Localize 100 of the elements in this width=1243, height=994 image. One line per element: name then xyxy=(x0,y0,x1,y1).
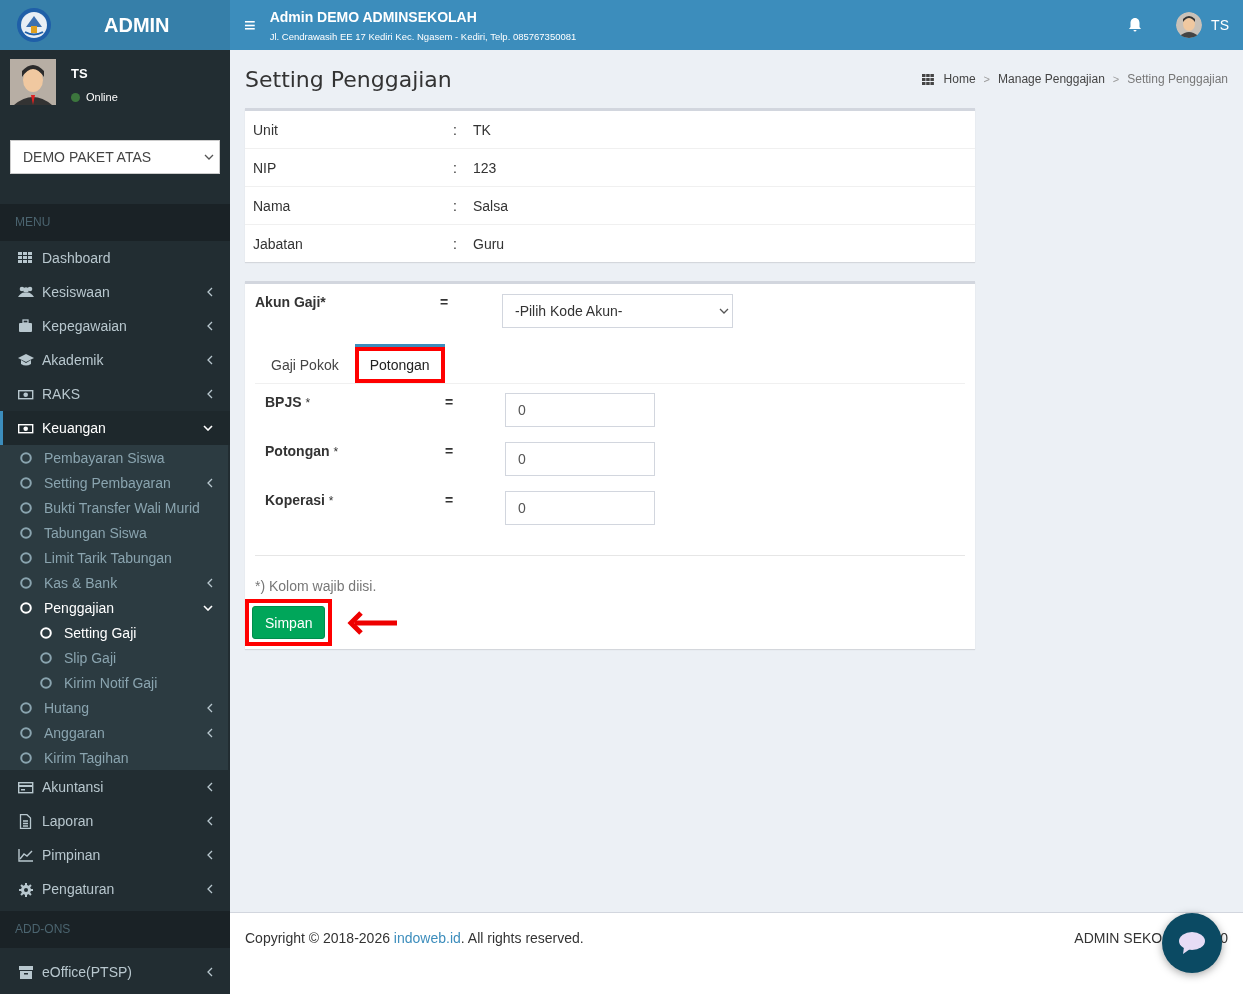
user-menu[interactable]: TS xyxy=(1176,12,1229,38)
annotation-arrow xyxy=(347,609,400,636)
footer-text: 0 xyxy=(1220,930,1228,946)
speech-bubble-icon xyxy=(1178,931,1206,955)
footer-link[interactable]: indoweb.id xyxy=(393,930,461,946)
breadcrumb-link[interactable]: Home xyxy=(943,72,976,86)
info-label: NIP xyxy=(253,159,278,176)
menu-item[interactable]: RAKS xyxy=(0,377,230,411)
submenu-item[interactable]: Kirim Notif Gaji xyxy=(3,670,228,695)
menu-item[interactable]: Kesiswaan xyxy=(0,275,230,309)
menu-header: MENU xyxy=(0,204,230,241)
page-title: Setting Penggajian xyxy=(245,66,452,92)
avatar-icon xyxy=(10,59,56,105)
users-icon xyxy=(18,284,34,300)
circle-icon xyxy=(20,501,32,514)
info-value: 123 xyxy=(473,159,497,176)
chevron-down-icon xyxy=(719,308,729,314)
submenu-item[interactable]: Setting Pembayaran xyxy=(3,470,228,495)
menu-item[interactable]: Dashboard xyxy=(0,241,230,275)
graduation-cap-icon xyxy=(18,352,34,368)
account-select[interactable]: -Pilih Kode Akun- xyxy=(502,294,733,328)
field-label: Akun Gaji* xyxy=(255,294,327,310)
breadcrumb-link[interactable]: Manage Penggajian xyxy=(998,72,1105,86)
app-logo-text: ADMIN xyxy=(104,13,170,37)
circle-icon xyxy=(20,751,32,764)
info-label: Nama xyxy=(253,197,292,214)
circle-icon xyxy=(20,451,32,464)
user-name: TS xyxy=(71,66,89,81)
footer-text: ADMIN SEKO xyxy=(1074,930,1163,946)
emblem-icon xyxy=(16,7,52,43)
chevron-down-icon xyxy=(204,154,214,160)
briefcase-icon xyxy=(18,318,34,334)
grid-icon xyxy=(921,73,934,85)
circle-icon xyxy=(40,651,52,664)
circle-icon xyxy=(40,626,52,639)
menu-item[interactable]: Akademik xyxy=(0,343,230,377)
input-field[interactable]: 0 xyxy=(505,491,655,525)
bell-icon xyxy=(1127,17,1144,33)
school-address: Jl. Cendrawasih EE 17 Kediri Kec. Ngasem - Kediri, Telp. 085767350081 xyxy=(269,30,577,42)
submenu-item[interactable]: Penggajian xyxy=(3,595,228,620)
tab[interactable]: Potongan xyxy=(354,347,445,383)
submenu-item[interactable]: Kas & Bank xyxy=(3,570,228,595)
input-field[interactable]: 0 xyxy=(505,442,655,476)
submenu-item[interactable]: Slip Gaji xyxy=(3,645,228,670)
circle-icon xyxy=(20,726,32,739)
field-label: Koperasi * xyxy=(265,492,335,508)
breadcrumb-separator: > xyxy=(983,73,991,85)
school-title: Admin DEMO ADMINSEKOLAH xyxy=(269,8,478,25)
separator: = xyxy=(445,394,455,410)
separator: : xyxy=(453,235,458,252)
separator: : xyxy=(453,197,458,214)
info-value: Salsa xyxy=(473,197,509,214)
submenu-item[interactable]: Setting Gaji xyxy=(3,620,228,645)
separator: = xyxy=(440,294,450,310)
menu-item[interactable]: Akuntansi xyxy=(0,770,230,804)
submenu-item[interactable]: Limit Tarik Tabungan xyxy=(3,545,228,570)
submenu-item[interactable]: Bukti Transfer Wali Murid xyxy=(3,495,228,520)
circle-icon xyxy=(20,526,32,539)
tab[interactable]: Gaji Pokok xyxy=(261,347,349,383)
submenu-item[interactable]: Hutang xyxy=(3,695,228,720)
gear-icon xyxy=(18,881,34,897)
breadcrumb-separator: > xyxy=(1112,73,1120,85)
field-label: BPJS * xyxy=(265,394,312,410)
separator: = xyxy=(445,492,455,508)
card-icon xyxy=(18,779,34,795)
circle-icon xyxy=(20,476,32,489)
circle-icon xyxy=(20,576,32,589)
submenu-item[interactable]: Anggaran xyxy=(3,720,228,745)
info-label: Unit xyxy=(253,121,279,138)
circle-icon xyxy=(20,551,32,564)
menu-header: ADD-ONS xyxy=(0,911,230,948)
line-chart-icon xyxy=(18,847,34,863)
menu-item[interactable]: Laporan xyxy=(0,804,230,838)
separator: : xyxy=(453,121,458,138)
menu-item[interactable]: Pengaturan xyxy=(0,872,230,906)
circle-icon xyxy=(20,701,32,714)
field-label: Potongan * xyxy=(265,443,340,459)
archive-icon xyxy=(18,964,34,980)
info-value: TK xyxy=(473,121,491,138)
separator: : xyxy=(453,159,458,176)
status-dot xyxy=(71,92,80,102)
submenu-item[interactable]: Pembayaran Siswa xyxy=(3,445,228,470)
circle-icon xyxy=(40,676,52,689)
status-text: Online xyxy=(86,91,118,103)
note-text: *) Kolom wajib diisi. xyxy=(255,578,378,594)
menu-icon[interactable]: ≡ xyxy=(244,15,256,35)
unit-select[interactable]: DEMO PAKET ATAS xyxy=(10,140,220,174)
submenu-item[interactable]: Tabungan Siswa xyxy=(3,520,228,545)
separator: = xyxy=(445,443,455,459)
menu-item[interactable]: Pimpinan xyxy=(0,838,230,872)
document-icon xyxy=(18,813,34,829)
menu-item[interactable]: eOffice(PTSP) xyxy=(0,955,230,989)
menu-item[interactable]: Kepegawaian xyxy=(0,309,230,343)
submenu-item[interactable]: Kirim Tagihan xyxy=(3,745,228,770)
grid-icon xyxy=(18,250,34,266)
info-label: Jabatan xyxy=(253,235,304,252)
menu-item[interactable]: Keuangan xyxy=(0,411,230,445)
input-field[interactable]: 0 xyxy=(505,393,655,427)
copyright-text: Copyright © 2018-2026 indoweb.id. All rights reserved. xyxy=(245,930,584,946)
avatar-icon xyxy=(1176,12,1203,38)
